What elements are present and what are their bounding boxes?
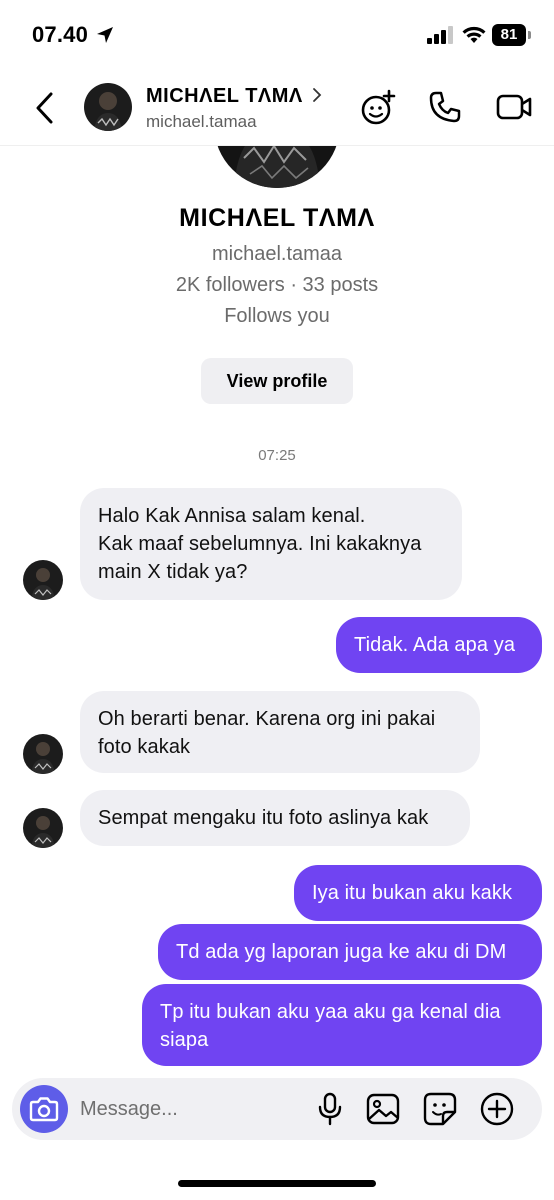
chevron-right-icon[interactable] — [311, 85, 323, 105]
incoming-message[interactable]: Oh berarti benar. Karena org ini pakai f… — [80, 691, 480, 773]
outgoing-message[interactable]: Td ada yg laporan juga ke aku di DM — [158, 924, 542, 980]
effects-face-icon[interactable] — [360, 88, 398, 126]
avatar-photo-icon — [23, 808, 63, 848]
avatar-photo-icon — [23, 560, 63, 600]
battery-tip — [528, 31, 531, 39]
message-input[interactable] — [80, 1092, 300, 1126]
camera-icon — [29, 1097, 59, 1122]
cellular-signal-icon — [427, 26, 453, 44]
add-plus-icon[interactable] — [480, 1092, 514, 1126]
message-timestamp: 07:25 — [258, 447, 296, 464]
home-indicator — [178, 1180, 376, 1187]
sender-avatar[interactable] — [23, 808, 63, 848]
gallery-icon[interactable] — [366, 1093, 400, 1125]
video-call-icon[interactable] — [496, 92, 532, 122]
back-arrow-icon[interactable] — [30, 90, 60, 126]
wifi-icon — [462, 26, 486, 43]
phone-call-icon[interactable] — [428, 90, 462, 124]
profile-stats: 2K followers · 33 posts — [175, 274, 379, 296]
follows-you-label: Follows you — [224, 305, 330, 327]
location-arrow-icon — [97, 27, 113, 43]
sender-avatar[interactable] — [23, 734, 63, 774]
status-time: 07.40 — [32, 22, 89, 47]
profile-username: michael.tamaa — [211, 243, 343, 265]
microphone-icon[interactable] — [315, 1092, 345, 1126]
header-username[interactable]: michael.tamaa — [146, 112, 257, 132]
header-display-name[interactable]: MICHΛEL TΛMΛ — [146, 85, 303, 108]
message-composer — [12, 1078, 542, 1140]
chat-header: MICHΛEL TΛMΛ michael.tamaa — [0, 70, 554, 146]
incoming-message[interactable]: Halo Kak Annisa salam kenal. Kak maaf se… — [80, 488, 462, 600]
outgoing-message[interactable]: Tidak. Ada apa ya — [336, 617, 542, 673]
avatar-photo-icon — [23, 734, 63, 774]
camera-button[interactable] — [20, 1085, 68, 1133]
header-avatar[interactable] — [84, 83, 132, 131]
battery-level: 81 — [492, 24, 526, 46]
view-profile-button[interactable]: View profile — [201, 358, 353, 404]
status-bar: 07.40 81 — [0, 0, 554, 70]
incoming-message[interactable]: Sempat mengaku itu foto aslinya kak — [80, 790, 470, 846]
sticker-icon[interactable] — [423, 1092, 457, 1126]
avatar-photo-icon — [84, 83, 132, 131]
outgoing-message[interactable]: Iya itu bukan aku kakk — [294, 865, 542, 921]
battery-indicator: 81 — [492, 24, 532, 46]
sender-avatar[interactable] — [23, 560, 63, 600]
outgoing-message[interactable]: Tp itu bukan aku yaa aku ga kenal dia si… — [142, 984, 542, 1066]
profile-display-name: MICHΛEL TΛMΛ — [179, 204, 375, 232]
